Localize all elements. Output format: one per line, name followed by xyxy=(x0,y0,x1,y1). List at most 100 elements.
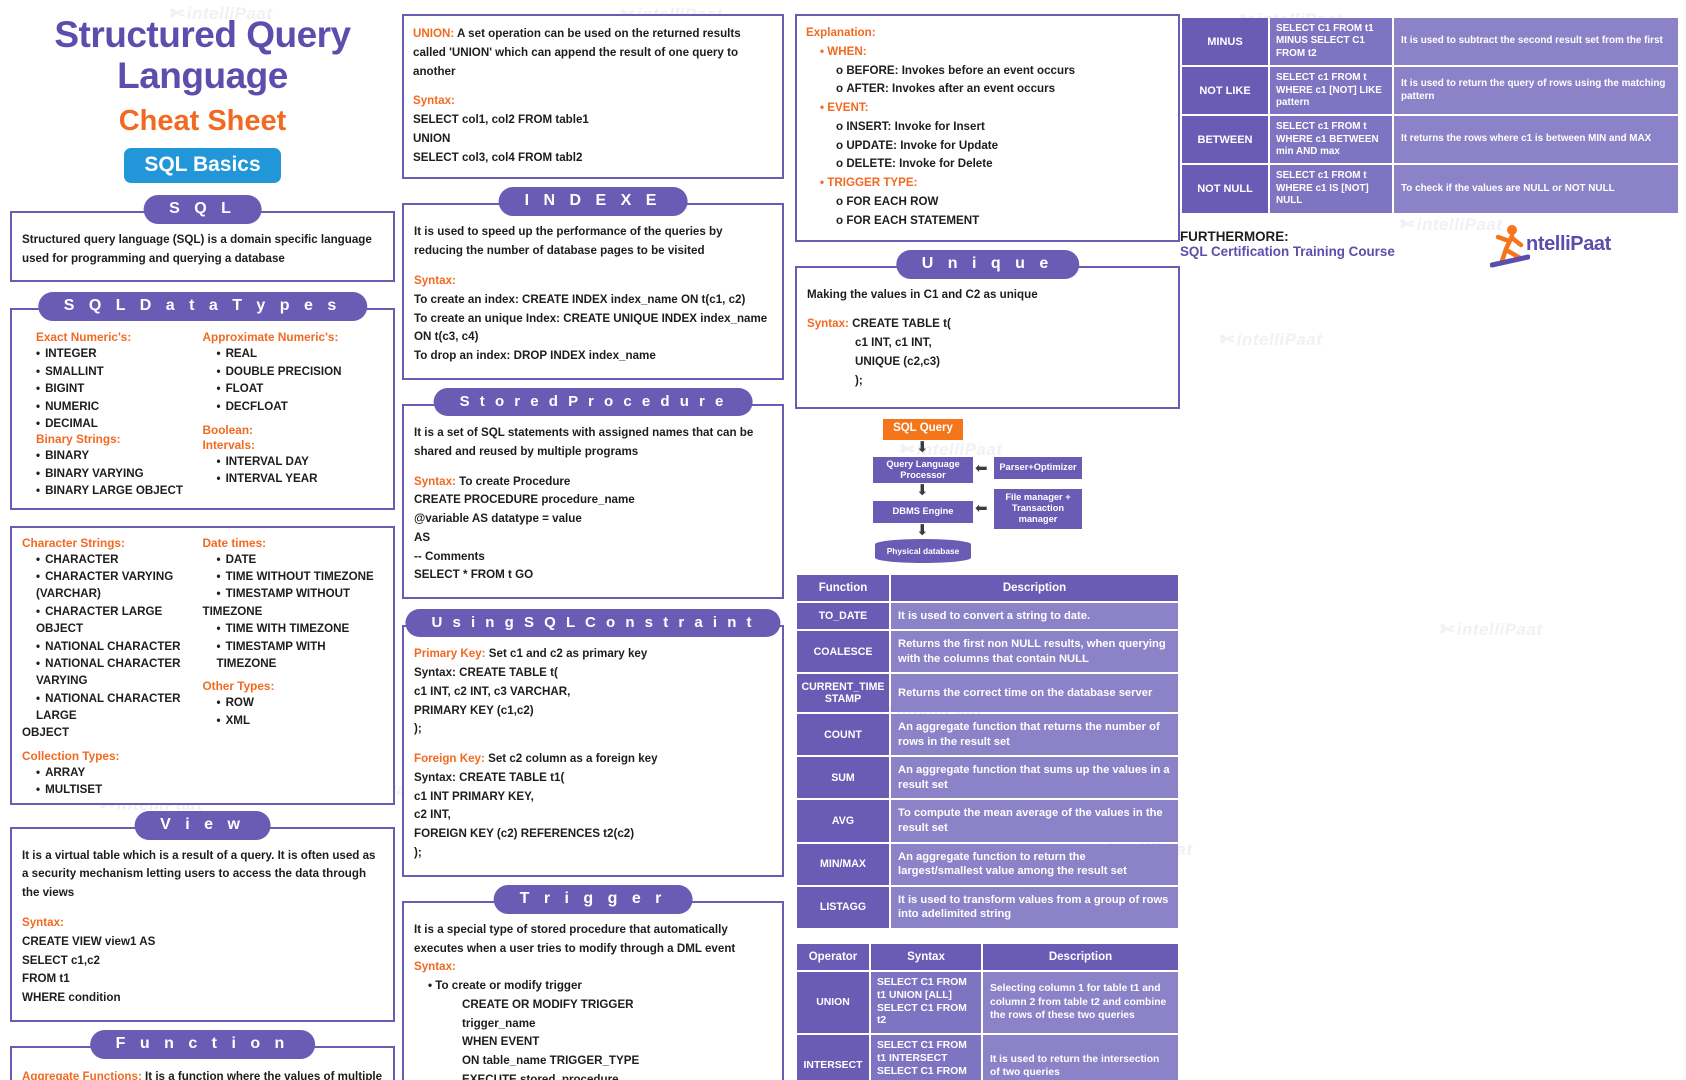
foreign-key-text: Set c2 column as a foreign key xyxy=(484,752,658,766)
flow-node-dbms-engine: DBMS Engine xyxy=(873,500,973,523)
syntax-suffix: CREATE TABLE t( xyxy=(848,317,951,331)
group-title: Other Types: xyxy=(202,679,275,694)
cell-syntax: SELECT c1 FROM t WHERE c1 BETWEEN min AN… xyxy=(1270,116,1392,164)
flow-node-file-manager: File manager + Transaction manager xyxy=(994,488,1082,529)
title-line-1: Structured Query xyxy=(54,14,351,55)
explanation-item: o UPDATE: Invoke for Update xyxy=(836,138,999,152)
section-datatypes-header: S Q L D a t a T y p e s xyxy=(37,292,368,322)
arrow-down-icon: ⬇ xyxy=(916,521,929,539)
syntax-label: Syntax: xyxy=(414,960,456,974)
cell-description: An aggregate function that sums up the v… xyxy=(891,757,1178,799)
list-item: TIMESTAMP WITHOUT xyxy=(217,585,384,602)
set-operator-table: MINUS SELECT C1 FROM t1 MINUS SELECT C1 … xyxy=(1180,16,1680,215)
list-item: FLOAT xyxy=(217,380,384,397)
syntax-line: SELECT col1, col2 FROM table1 xyxy=(413,113,589,127)
explanation-label: Explanation: xyxy=(806,26,876,39)
table-row: SUM An aggregate function that sums up th… xyxy=(797,757,1178,799)
syntax-label: Syntax: xyxy=(414,274,456,288)
list-item: INTERVAL DAY xyxy=(217,453,384,470)
list-item: REAL xyxy=(217,345,384,362)
syntax-line: ); xyxy=(414,846,422,859)
cell-description: It is used to subtract the second result… xyxy=(1394,18,1678,66)
explanation-item: o INSERT: Invoke for Insert xyxy=(836,119,985,133)
list-item: NATIONAL CHARACTER LARGE xyxy=(36,690,203,725)
list-item: INTEGER xyxy=(36,345,203,362)
explanation-group-title: • TRIGGER TYPE: xyxy=(820,176,918,190)
syntax-label: Syntax: xyxy=(414,474,456,488)
list-item: INTERVAL YEAR xyxy=(217,470,384,487)
operator-table: Operator Syntax Description UNION SELECT… xyxy=(795,942,1180,1080)
section-datatypes-2: Character Strings: CHARACTER CHARACTER V… xyxy=(10,525,395,805)
list-item: CHARACTER xyxy=(36,551,203,568)
datatype-list: ARRAY MULTISET xyxy=(36,764,203,799)
explanation-item: o DELETE: Invoke for Delete xyxy=(836,157,993,171)
cell-function: COUNT xyxy=(797,714,889,756)
cell-function: CURRENT_TIME STAMP xyxy=(797,674,889,713)
table-row: MINUS SELECT C1 FROM t1 MINUS SELECT C1 … xyxy=(1182,18,1678,66)
table-row: CURRENT_TIME STAMP Returns the correct ti… xyxy=(797,674,1178,713)
syntax-line: PRIMARY KEY (c1,c2) xyxy=(414,703,534,717)
datatype-list: ROW XML xyxy=(217,694,384,729)
group-title: Intervals: xyxy=(202,438,255,452)
syntax-line: CREATE OR MODIFY TRIGGER xyxy=(462,997,634,1011)
table-row: NOT NULL SELECT c1 FROM t WHERE c1 IS [N… xyxy=(1182,165,1678,213)
table-row: COUNT An aggregate function that returns … xyxy=(797,714,1178,756)
list-item: CHARACTER VARYING (VARCHAR) xyxy=(36,568,203,603)
group-title: Binary Strings: xyxy=(36,432,121,447)
datatypes-right: Approximate Numeric's: REAL DOUBLE PRECI… xyxy=(203,330,384,499)
cell-description: It is used to convert a string to date. xyxy=(891,602,1178,630)
cheatsheet-page: intelliPaat intelliPaat intelliPaat inte… xyxy=(0,0,1686,1080)
list-item: DECFLOAT xyxy=(217,398,384,415)
arrow-left-icon: ⬅ xyxy=(975,459,988,477)
syntax-line: Syntax: CREATE TABLE t1( xyxy=(414,770,565,784)
syntax-line: To create an unique Index: CREATE UNIQUE… xyxy=(414,311,768,344)
section-sql-header: S Q L xyxy=(143,194,262,224)
section-trigger-header: T r i g g e r xyxy=(493,884,693,914)
sql-query-flow-diagram: SQL Query ⬇ Query Language Processor ⬇ D… xyxy=(795,418,1180,569)
syntax-line: EXECUTE stored_procedure xyxy=(462,1073,619,1080)
table-row: BETWEEN SELECT c1 FROM t WHERE c1 BETWEE… xyxy=(1182,116,1678,164)
section-unique-body: Making the values in C1 and C2 as unique xyxy=(807,287,1038,301)
list-item: BINARY VARYING xyxy=(36,465,203,482)
syntax-line: CREATE PROCEDURE procedure_name xyxy=(414,493,635,507)
section-function: F u n c t i o n Aggregate Functions: It … xyxy=(10,1029,395,1080)
syntax-label: Syntax: xyxy=(807,317,849,331)
section-union: UNION: A set operation can be used on th… xyxy=(402,14,784,180)
flow-node-sql-query: SQL Query xyxy=(883,418,963,440)
cell-operator: UNION xyxy=(797,971,869,1034)
cell-function: LISTAGG xyxy=(797,886,889,928)
group-title: Boolean: xyxy=(202,423,253,437)
table-header-row: Operator Syntax Description xyxy=(797,943,1178,970)
section-indexe: I N D E X E It is used to speed up the p… xyxy=(402,187,784,380)
syntax-line: c1 INT, c2 INT, c3 VARCHAR, xyxy=(414,684,571,698)
group-title: Character Strings: xyxy=(22,535,125,550)
syntax-line: UNION xyxy=(413,131,451,145)
list-item: DOUBLE PRECISION xyxy=(217,363,384,380)
section-stored-procedure: S t o r e d P r o c e d u r e It is a se… xyxy=(402,387,784,600)
syntax-line: FOREIGN KEY (c2) REFERENCES t2(c2) xyxy=(414,827,635,841)
table-header-row: Function Description xyxy=(797,574,1178,601)
column-header-function: Function xyxy=(797,574,889,601)
syntax-line: ); xyxy=(855,373,863,387)
list-item: BIGINT xyxy=(36,380,203,397)
datatypes2-left: Character Strings: CHARACTER CHARACTER V… xyxy=(22,536,203,799)
cell-function: COALESCE xyxy=(797,631,889,673)
section-unique: U n i q u e Making the values in C1 and … xyxy=(795,249,1180,409)
table-row: INTERSECT SELECT C1 FROM t1 INTERSECT SE… xyxy=(797,1035,1178,1080)
table-row: TO_DATE It is used to convert a string to… xyxy=(797,602,1178,630)
flow-node-query-language-processor: Query Language Processor xyxy=(873,456,973,483)
cell-function: TO_DATE xyxy=(797,602,889,630)
foreign-key-label: Foreign Key: xyxy=(414,752,485,766)
trigger-bullet-1: • To create or modify trigger xyxy=(428,979,582,993)
section-sql: S Q L Structured query language (SQL) is… xyxy=(10,194,395,283)
cell-operator: BETWEEN xyxy=(1182,116,1268,164)
syntax-line: WHEN EVENT xyxy=(462,1035,540,1049)
datatype-list: CHARACTER CHARACTER VARYING (VARCHAR) CH… xyxy=(22,551,203,742)
table-row: NOT LIKE SELECT c1 FROM t WHERE c1 [NOT]… xyxy=(1182,67,1678,115)
list-item: NATIONAL CHARACTER xyxy=(36,638,203,655)
union-body: A set operation can be used on the retur… xyxy=(413,27,741,78)
datatype-list: INTERVAL DAY INTERVAL YEAR xyxy=(217,453,384,488)
section-unique-header: U n i q u e xyxy=(895,249,1080,279)
cell-operator: INTERSECT xyxy=(797,1035,869,1080)
arrow-down-icon: ⬇ xyxy=(916,481,929,499)
